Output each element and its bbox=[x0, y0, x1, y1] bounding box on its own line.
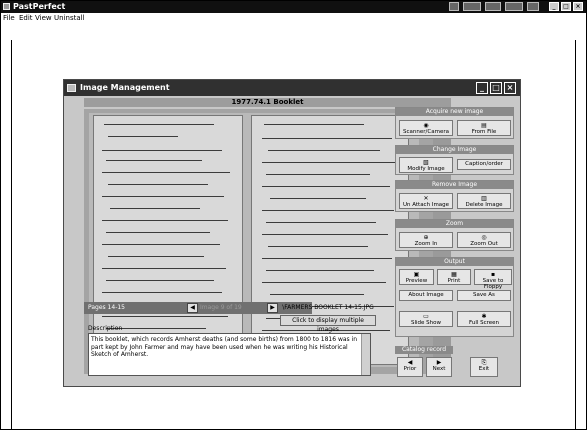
change-group-title: Change Image bbox=[396, 146, 513, 154]
image-navigation-bar: Pages 14-15 ◀ Image 9 of 19 ▶ bbox=[84, 302, 312, 314]
minimize-icon[interactable]: _ bbox=[549, 2, 559, 11]
modify-icon: ▧ bbox=[423, 159, 429, 166]
file-icon: ▤ bbox=[481, 122, 487, 129]
next-icon: ▶ bbox=[436, 359, 442, 366]
menu-file[interactable]: File bbox=[3, 13, 15, 24]
next-record-button[interactable]: ▶ Next bbox=[426, 357, 452, 377]
menu-view[interactable]: View bbox=[35, 13, 52, 24]
menubar: File Edit View Uninstall bbox=[1, 13, 586, 24]
delete-image-button[interactable]: ▥ Delete Image bbox=[457, 193, 511, 209]
acquire-group-title: Acquire new image bbox=[396, 108, 513, 116]
page-border-right bbox=[575, 40, 576, 430]
remove-group-title: Remove Image bbox=[396, 181, 513, 189]
slideshow-icon: ▭ bbox=[423, 313, 429, 320]
close-icon[interactable]: × bbox=[504, 82, 516, 94]
app-titlebar: PastPerfect _ □ × bbox=[1, 1, 586, 13]
save-as-button[interactable]: Save As bbox=[457, 290, 511, 301]
description-label: Description bbox=[88, 325, 123, 332]
exit-door-icon: ⎘ bbox=[481, 359, 487, 366]
menu-edit[interactable]: Edit bbox=[19, 13, 33, 24]
page-border-left bbox=[11, 40, 12, 430]
tray-icon[interactable] bbox=[527, 2, 539, 11]
maximize-icon[interactable]: □ bbox=[561, 2, 571, 11]
zoom-group-title: Zoom bbox=[396, 220, 513, 228]
dialog-titlebar: Image Management _ □ × bbox=[64, 80, 520, 96]
document-photo bbox=[89, 113, 419, 367]
prior-icon: ◀ bbox=[407, 359, 413, 366]
output-group: Output ▣ Preview ▦ Print ▪ Save to Floppy A… bbox=[395, 257, 514, 337]
close-icon[interactable]: × bbox=[573, 2, 583, 11]
scanner-camera-button[interactable]: ◉ Scanner/Camera bbox=[399, 120, 453, 136]
catalog-record-label: Catalog record bbox=[395, 346, 453, 354]
next-image-button[interactable]: ▶ bbox=[267, 303, 278, 313]
caption-order-button[interactable]: Caption/order bbox=[457, 159, 511, 170]
menu-uninstall[interactable]: Uninstall bbox=[54, 13, 85, 24]
dialog-icon bbox=[67, 84, 76, 92]
dialog-title: Image Management bbox=[80, 83, 170, 92]
slide-show-button[interactable]: ▭ Slide Show bbox=[399, 311, 453, 327]
tray-icon[interactable] bbox=[449, 2, 459, 11]
zoom-group: Zoom ⊕ Zoom In ◎ Zoom Out bbox=[395, 219, 514, 251]
display-multiple-images-button[interactable]: Click to display multiple images bbox=[280, 315, 376, 333]
image-counter: Image 9 of 19 bbox=[200, 304, 242, 311]
tray-icon[interactable] bbox=[485, 2, 501, 11]
previous-image-button[interactable]: ◀ bbox=[187, 303, 198, 313]
binoculars-icon: ◎ bbox=[481, 234, 487, 241]
pages-label: Pages 14-15 bbox=[88, 304, 125, 311]
exit-button[interactable]: ⎘ Exit bbox=[470, 357, 498, 377]
unattach-image-button[interactable]: ✕ Un Attach Image bbox=[399, 193, 453, 209]
floppy-icon: ▪ bbox=[490, 271, 496, 278]
image-filename: \FARMERS BOOKLET 14-15.JPG bbox=[282, 304, 374, 311]
modify-image-button[interactable]: ▧ Modify Image bbox=[399, 157, 453, 173]
app-title: PastPerfect bbox=[13, 2, 66, 11]
tray-icon[interactable] bbox=[505, 2, 523, 11]
save-to-floppy-button[interactable]: ▪ Save to Floppy bbox=[474, 269, 512, 290]
image-title: 1977.74.1 Booklet bbox=[84, 98, 451, 107]
prior-record-button[interactable]: ◀ Prior bbox=[397, 357, 423, 377]
unattach-icon: ✕ bbox=[423, 195, 429, 202]
change-group: Change Image ▧ Modify Image Caption/order bbox=[395, 145, 514, 175]
zoom-in-icon: ⊕ bbox=[423, 234, 429, 241]
output-group-title: Output bbox=[396, 258, 513, 266]
scanner-icon: ◉ bbox=[423, 122, 429, 129]
fullscreen-icon: ✱ bbox=[481, 313, 487, 320]
print-button[interactable]: ▦ Print bbox=[437, 269, 471, 285]
about-image-button[interactable]: About Image bbox=[399, 290, 453, 301]
preview-icon: ▣ bbox=[413, 271, 420, 278]
printer-icon: ▦ bbox=[451, 271, 457, 278]
full-screen-button[interactable]: ✱ Full Screen bbox=[457, 311, 511, 327]
zoom-out-button[interactable]: ◎ Zoom Out bbox=[457, 232, 511, 248]
maximize-icon[interactable]: □ bbox=[490, 82, 502, 94]
preview-button[interactable]: ▣ Preview bbox=[399, 269, 434, 285]
description-scrollbar[interactable] bbox=[361, 334, 370, 375]
minimize-icon[interactable]: _ bbox=[476, 82, 488, 94]
description-field[interactable]: This booklet, which records Amherst deat… bbox=[88, 333, 371, 376]
from-file-button[interactable]: ▤ From File bbox=[457, 120, 511, 136]
trash-icon: ▥ bbox=[481, 195, 487, 202]
tray-icon[interactable] bbox=[463, 2, 481, 11]
description-text: This booklet, which records Amherst deat… bbox=[91, 336, 358, 358]
remove-group: Remove Image ✕ Un Attach Image ▥ Delete Im… bbox=[395, 180, 514, 212]
image-management-dialog: Image Management _ □ × 1977.74.1 Booklet bbox=[63, 79, 521, 387]
app-icon[interactable] bbox=[3, 3, 10, 10]
zoom-in-button[interactable]: ⊕ Zoom In bbox=[399, 232, 453, 248]
acquire-group: Acquire new image ◉ Scanner/Camera ▤ From … bbox=[395, 107, 514, 139]
